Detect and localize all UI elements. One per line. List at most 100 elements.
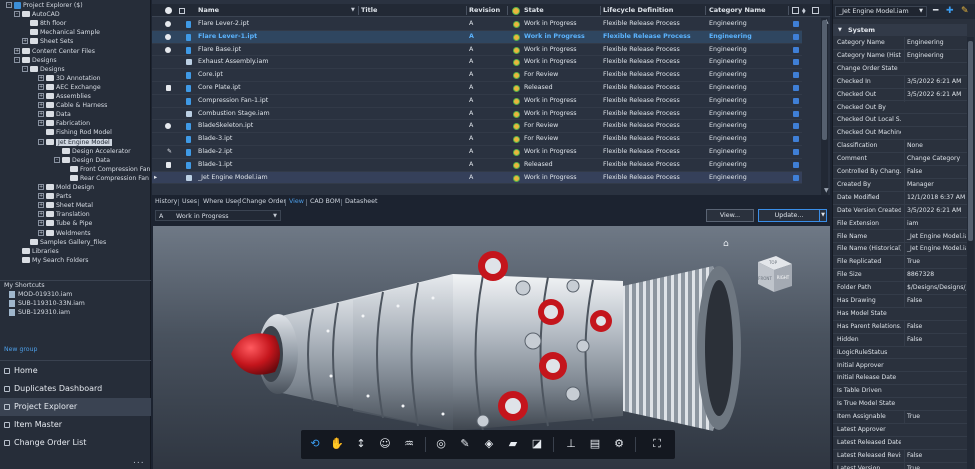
shortcut-item[interactable]: SUB-119310-33N.iam <box>9 299 85 308</box>
expand-toggle-icon[interactable]: + <box>14 47 20 54</box>
property-row[interactable]: Has Parent Relations... False <box>833 320 967 334</box>
tree-item[interactable]: - Project Explorer ($) <box>6 1 83 10</box>
nav-home[interactable]: Home <box>0 362 151 380</box>
new-group-link[interactable]: New group <box>4 346 37 353</box>
column-category[interactable]: Category Name <box>709 4 766 17</box>
fullscreen-icon[interactable]: ⛶ <box>647 434 667 454</box>
view-button[interactable]: View... <box>706 209 754 222</box>
property-row[interactable]: Category Name (Hist... Engineering <box>833 49 967 63</box>
tree-item[interactable]: + Fabrication <box>38 119 90 128</box>
tree-item[interactable]: - Jet Engine Model <box>38 138 112 147</box>
measure-icon[interactable]: ✎ <box>455 434 475 454</box>
row-checkbox[interactable] <box>793 123 799 130</box>
tree-item[interactable]: My Search Folders <box>14 256 89 265</box>
update-dropdown-button[interactable]: ▼ <box>819 209 827 222</box>
collapse-icon[interactable]: ━ <box>933 6 938 17</box>
expand-toggle-icon[interactable]: + <box>38 211 44 218</box>
property-row[interactable]: Checked Out 3/5/2022 6:21 AM <box>833 88 967 102</box>
tree-item[interactable]: + Weldments <box>38 229 91 238</box>
tab-history[interactable]: History <box>155 196 177 208</box>
update-button[interactable]: Update... <box>758 209 820 222</box>
property-row[interactable]: Checked Out Machine <box>833 127 967 141</box>
property-row[interactable]: File Name (Historical) _Jet Engine Model.… <box>833 243 967 257</box>
property-row[interactable]: File Size 8867328 <box>833 269 967 283</box>
property-row[interactable]: Checked Out By <box>833 102 967 115</box>
column-title[interactable]: Title <box>361 4 377 17</box>
property-row[interactable]: Has Drawing False <box>833 295 967 308</box>
column-name[interactable]: Name <box>198 4 219 17</box>
tag-column-icon[interactable]: ⬧ <box>802 4 806 17</box>
property-row[interactable]: Is True Model State <box>833 398 967 412</box>
tree-item[interactable]: + Assemblies <box>38 92 91 101</box>
tree-item[interactable]: Mechanical Sample <box>22 28 100 37</box>
property-row[interactable]: Hidden False <box>833 333 967 347</box>
orbit-icon[interactable]: ⟲ <box>305 434 325 454</box>
table-row[interactable]: Blade-1.ipt A Released Flexible Release Pro… <box>152 159 802 172</box>
explode-icon[interactable]: ◈ <box>479 434 499 454</box>
properties-scrollbar-thumb[interactable] <box>968 41 973 241</box>
expand-toggle-icon[interactable]: + <box>38 202 44 209</box>
property-row[interactable]: Folder Path $/Designs/Designs/Je... <box>833 282 967 295</box>
expand-toggle-icon[interactable]: + <box>38 120 44 127</box>
tree-item[interactable]: - Designs <box>22 65 65 74</box>
tree-item[interactable]: + Parts <box>38 192 71 201</box>
property-row[interactable]: Has Model State <box>833 308 967 321</box>
zoom-icon[interactable]: ↕ <box>351 434 371 454</box>
tree-item[interactable]: + Tube & Pipe <box>38 219 92 228</box>
row-checkbox[interactable] <box>793 33 799 40</box>
revision-state-dropdown[interactable]: A Work in Progress ▼ <box>155 210 281 221</box>
collapse-toggle-icon[interactable]: - <box>14 11 20 18</box>
property-row[interactable]: Comment Change Category <box>833 153 967 166</box>
nav-duplicates-dashboard[interactable]: Duplicates Dashboard <box>0 380 151 398</box>
table-row[interactable]: Blade-3.ipt A For Review Flexible Release P… <box>152 133 802 146</box>
property-row[interactable]: Date Version Created 3/5/2022 6:21 AM <box>833 204 967 218</box>
expand-toggle-icon[interactable]: + <box>38 93 44 99</box>
tree-item[interactable]: Design Accelerator <box>54 147 131 156</box>
nav-item-master[interactable]: Item Master <box>0 416 151 434</box>
tree-item[interactable]: + AEC Exchange <box>38 83 101 92</box>
open-folder-icon[interactable]: ▰ <box>503 434 523 454</box>
look-icon[interactable]: ♒ <box>399 434 419 454</box>
structure-icon[interactable]: ⊥ <box>561 434 581 454</box>
tab-change-order[interactable]: Change Order <box>242 196 286 208</box>
select-icon[interactable]: ◎ <box>431 434 451 454</box>
expand-toggle-icon[interactable]: + <box>38 193 44 200</box>
edit-properties-icon[interactable]: ✎ <box>961 6 969 17</box>
tree-item[interactable]: + Data <box>38 110 71 119</box>
nav-change-order-list[interactable]: Change Order List <box>0 434 151 452</box>
row-checkbox[interactable] <box>793 72 799 79</box>
expand-toggle-icon[interactable]: + <box>38 220 44 227</box>
table-row[interactable]: Exhaust Assembly.iam A Work in Progress Fle… <box>152 56 802 70</box>
row-checkbox[interactable] <box>793 46 799 53</box>
settings-icon[interactable]: ⚙ <box>609 434 629 454</box>
property-row[interactable]: Checked In 3/5/2022 6:21 AM <box>833 75 967 89</box>
grid-scrollbar[interactable]: ▲ ▼ <box>821 18 829 195</box>
table-row[interactable]: Flare Base.ipt A Work in Progress Flexible … <box>152 44 802 57</box>
property-row[interactable]: Latest Released Revisi...False <box>833 449 967 463</box>
select-all-checkbox[interactable] <box>179 7 185 14</box>
table-row[interactable]: ▸ _Jet Engine Model.iam A Work in Progress F… <box>152 171 802 185</box>
property-row[interactable]: iLogicRuleStatus <box>833 347 967 360</box>
section-system[interactable]: ▼ System <box>833 24 967 36</box>
properties-icon[interactable]: ▤ <box>585 434 605 454</box>
tab-cad-bom[interactable]: CAD BOM <box>310 196 340 208</box>
row-checkbox[interactable] <box>793 21 799 27</box>
tab-view[interactable]: View <box>289 196 304 208</box>
add-property-icon[interactable]: ✚ <box>946 6 954 17</box>
more-options-button[interactable]: ... <box>133 456 145 466</box>
property-row[interactable]: Checked Out Local S... <box>833 114 967 128</box>
property-row[interactable]: Date Modified 12/1/2018 6:37 AM <box>833 191 967 205</box>
row-checkbox[interactable] <box>793 97 799 104</box>
table-row[interactable]: Flare Lever-1.ipt A Work in Progress Flexib… <box>152 30 802 44</box>
table-row[interactable]: Combustion Stage.iam A Work in Progress Fle… <box>152 108 802 121</box>
property-row[interactable]: Classification None <box>833 140 967 154</box>
collapse-toggle-icon[interactable]: - <box>38 138 44 145</box>
column-revision[interactable]: Revision <box>469 4 500 17</box>
table-row[interactable]: Core Plate.ipt A Released Flexible Release … <box>152 82 802 95</box>
property-row[interactable]: File Extension iam <box>833 217 967 231</box>
checkbox-column-icon[interactable] <box>792 7 799 14</box>
collapse-toggle-icon[interactable]: - <box>6 2 12 8</box>
tree-item[interactable]: + Cable & Harness <box>38 101 107 110</box>
property-row[interactable]: Item Assignable True <box>833 411 967 424</box>
collapse-toggle-icon[interactable]: - <box>54 156 60 163</box>
